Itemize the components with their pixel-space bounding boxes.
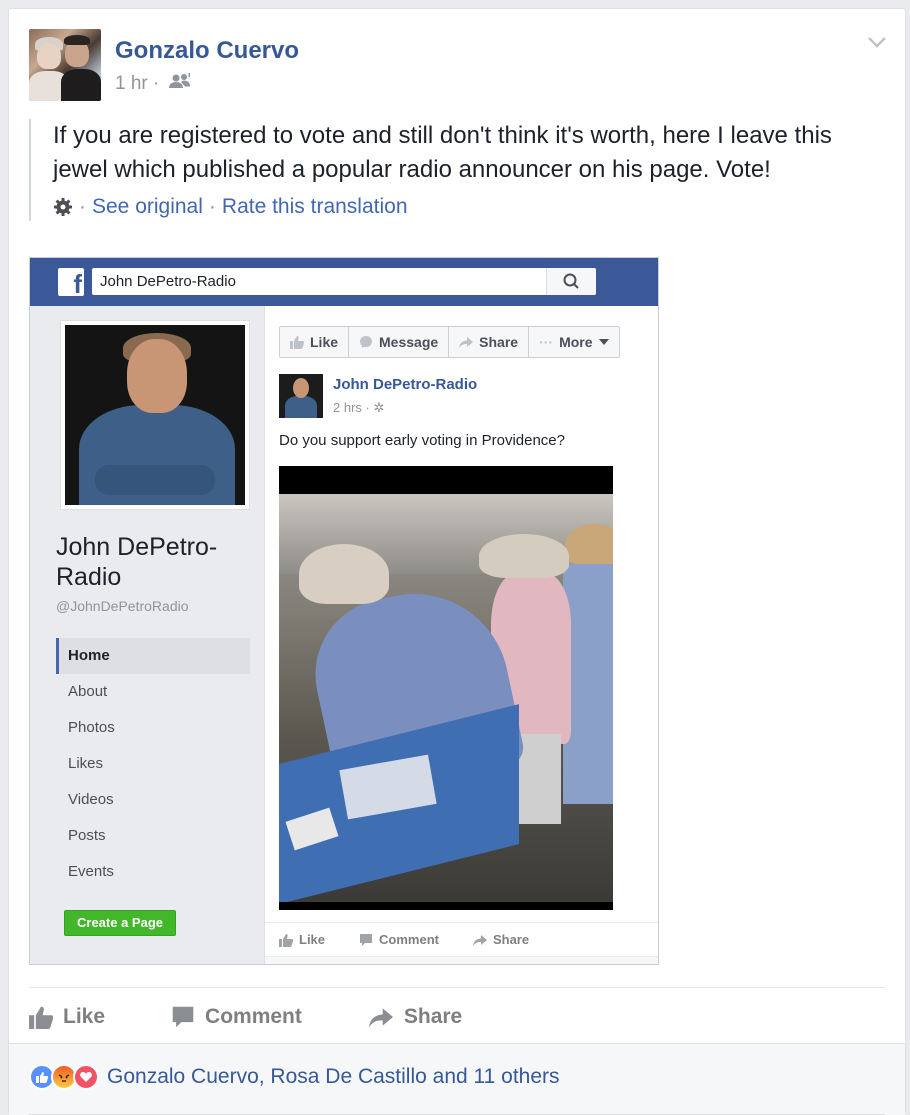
see-original-link[interactable]: See original <box>92 195 203 219</box>
share-arrow-icon <box>368 1008 393 1028</box>
embedded-share-action: Share <box>472 932 529 947</box>
share-arrow-icon <box>472 934 487 946</box>
friends-icon[interactable] <box>168 73 191 95</box>
page-action-bar: Like Message Share ··· More <box>279 326 620 358</box>
love-reaction-icon <box>73 1064 99 1090</box>
voting-photo <box>279 466 613 910</box>
fb-search-input: John DePetro-Radio <box>92 268 596 295</box>
rate-translation-link[interactable]: Rate this translation <box>222 195 408 219</box>
page-message-button: Message <box>349 327 450 357</box>
share-button[interactable]: Share <box>368 1005 462 1029</box>
page-nav-photos: Photos <box>68 719 115 736</box>
post-body: If you are registered to vote and still … <box>29 119 889 221</box>
share-label: Share <box>403 1005 463 1028</box>
post-message: If you are registered to vote and still … <box>53 122 832 183</box>
embedded-like-action: Like <box>279 932 325 947</box>
reactions-names[interactable]: Gonzalo Cuervo, Rosa De Castillo and 11 … <box>107 1065 560 1089</box>
search-icon <box>546 268 596 295</box>
fb-top-bar: f John DePetro-Radio <box>30 258 658 306</box>
page-share-button: Share <box>449 327 530 357</box>
meta-separator: · <box>153 73 160 95</box>
thumbs-up-icon <box>279 933 293 947</box>
page-nav-likes: Likes <box>68 755 104 772</box>
page-like-button: Like <box>280 327 350 357</box>
caret-down-icon <box>598 339 609 345</box>
embedded-post-actions: Like Comment Share <box>265 922 658 956</box>
page-sidebar: John DePetro-Radio @JohnDePetroRadio Hom… <box>30 306 264 964</box>
translation-dot-2: · <box>208 195 216 218</box>
gear-icon[interactable] <box>53 197 73 217</box>
page-nav-events: Events <box>68 863 114 880</box>
author-avatar[interactable] <box>29 29 101 101</box>
embedded-post-author: John DePetro-Radio <box>333 376 478 393</box>
create-page-button: Create a Page <box>64 910 176 936</box>
page-timeline: Like Message Share ··· More John DePetro… <box>264 306 658 964</box>
shared-screenshot-image[interactable]: f John DePetro-Radio John DePetro-Radio … <box>29 257 659 965</box>
embedded-post-footer <box>265 956 658 964</box>
embedded-post-meta: 2 hrs · ✲ <box>333 400 385 415</box>
thumbs-up-icon <box>290 336 304 349</box>
page-nav-about: About <box>68 683 108 700</box>
chevron-down-icon[interactable] <box>867 35 887 49</box>
messenger-icon <box>360 336 373 348</box>
comment-icon <box>360 933 373 946</box>
actions-divider <box>29 987 885 988</box>
embedded-post-text: Do you support early voting in Providenc… <box>279 432 565 449</box>
page-name: John DePetro-Radio <box>56 533 218 591</box>
post-card: Gonzalo Cuervo 1 hr · If you are registe… <box>8 8 906 1115</box>
like-button[interactable]: Like <box>29 1005 105 1029</box>
embedded-comment-action: Comment <box>359 932 439 947</box>
thumbs-up-icon <box>29 1006 53 1029</box>
comment-icon <box>172 1006 194 1028</box>
page-handle: @JohnDePetroRadio <box>56 598 189 614</box>
page-nav: Home About Photos Likes Videos Posts Eve… <box>56 638 250 890</box>
reactions-footer: Gonzalo Cuervo, Rosa De Castillo and 11 … <box>9 1043 905 1115</box>
globe-icon: ✲ <box>373 400 385 415</box>
share-arrow-icon <box>459 337 474 348</box>
page-nav-videos: Videos <box>68 791 114 808</box>
page-profile-picture <box>60 320 250 510</box>
post-action-bar: Like Comment Share <box>29 999 885 1035</box>
facebook-logo-icon: f <box>58 268 84 299</box>
comment-label: Comment <box>205 1005 302 1028</box>
embedded-post-avatar <box>279 374 323 418</box>
like-label: Like <box>63 1005 106 1028</box>
page-more-button: ··· More <box>529 327 618 357</box>
reactions-summary[interactable]: Gonzalo Cuervo, Rosa De Castillo and 11 … <box>29 1064 560 1090</box>
page-nav-home: Home <box>56 638 250 674</box>
page-nav-posts: Posts <box>68 827 106 844</box>
translation-bar: · See original · Rate this translation <box>53 195 889 221</box>
post-time[interactable]: 1 hr <box>115 73 148 94</box>
translation-dot: · <box>79 195 86 218</box>
author-name[interactable]: Gonzalo Cuervo <box>115 37 299 65</box>
post-meta: 1 hr · <box>115 73 191 95</box>
comment-button[interactable]: Comment <box>171 1005 302 1029</box>
